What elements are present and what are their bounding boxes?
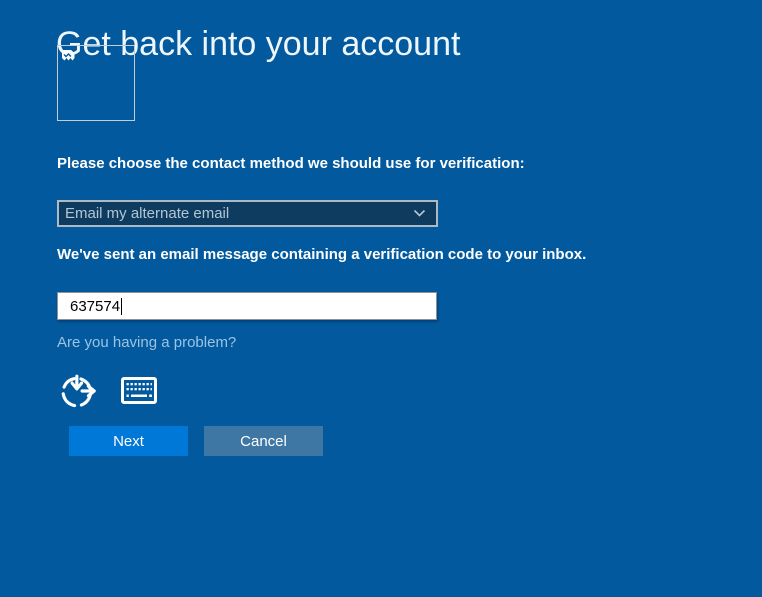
broken-image-icon (61, 49, 76, 68)
ease-of-access-button[interactable] (60, 371, 100, 411)
captcha-image-placeholder (57, 45, 135, 121)
code-sent-message: We've sent an email message containing a… (57, 246, 587, 263)
contact-method-select[interactable]: Email my alternate email (57, 200, 438, 227)
having-a-problem-link[interactable]: Are you having a problem? (57, 334, 236, 351)
contact-method-selected-value: Email my alternate email (65, 205, 230, 222)
on-screen-keyboard-icon (121, 377, 157, 407)
verification-code-value: 637574 (70, 297, 121, 315)
password-reset-screen: Get back into your account Please choose… (0, 0, 762, 597)
chevron-down-icon (413, 205, 426, 223)
contact-method-label: Please choose the contact method we shou… (57, 155, 525, 172)
text-cursor (121, 297, 123, 315)
verification-code-input[interactable]: 637574 (57, 292, 437, 320)
on-screen-keyboard-button[interactable] (121, 377, 157, 404)
cancel-button[interactable]: Cancel (204, 426, 323, 456)
next-button[interactable]: Next (69, 426, 188, 456)
ease-of-access-icon (60, 374, 100, 414)
